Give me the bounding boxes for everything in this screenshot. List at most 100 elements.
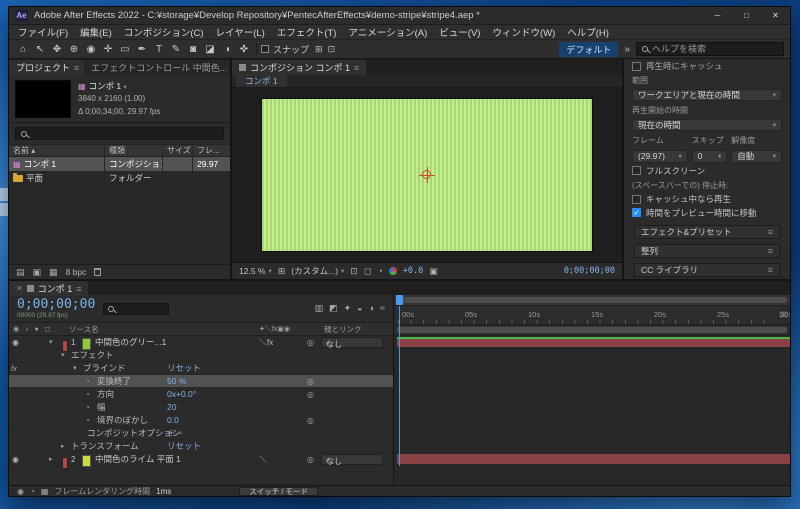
interpret-footage-icon[interactable]: ▤ <box>16 267 25 278</box>
tab-composition[interactable]: コンポジション コンポ 1 ≡ <box>232 60 366 75</box>
layer-switches[interactable]: ＼ <box>259 453 267 465</box>
pickwhip-icon[interactable]: ◎ <box>307 453 314 465</box>
property-label[interactable]: 境界のぼかし <box>97 414 148 426</box>
checkbox-icon[interactable] <box>632 62 641 71</box>
column-type[interactable]: 種類 <box>105 145 163 156</box>
group-label[interactable]: エフェクト <box>71 349 114 361</box>
parent-select[interactable]: なし▾ <box>321 337 383 348</box>
type-tool-icon[interactable]: T <box>151 42 167 57</box>
clone-stamp-tool-icon[interactable]: ◙ <box>185 42 201 57</box>
project-search-box[interactable] <box>15 127 224 140</box>
skip-select[interactable]: 0▾ <box>692 150 728 163</box>
pickwhip-icon[interactable]: ◎ <box>307 336 314 348</box>
draft-icon[interactable]: ▦ <box>41 487 49 496</box>
stopwatch-icon[interactable]: ◔ <box>85 401 90 413</box>
fx-badge-icon[interactable]: fx <box>11 362 17 374</box>
pickwhip-icon[interactable]: ◎ <box>307 414 314 426</box>
snap-shape-icon-1[interactable]: ⊞ <box>315 44 323 55</box>
anchor-point-crosshair[interactable] <box>422 170 431 179</box>
eye-icon[interactable]: ◉ <box>12 453 19 465</box>
menu-composition[interactable]: コンポジション(C) <box>118 25 210 39</box>
menu-effect[interactable]: エフェクト(T) <box>271 25 343 39</box>
tab-timeline-comp1[interactable]: ✕ コンポ 1 ≡ <box>9 281 88 296</box>
property-value[interactable]: 0x+0.0° <box>167 388 196 400</box>
tab-project[interactable]: プロジェクト ≡ <box>9 60 84 75</box>
pen-tool-icon[interactable]: ✒ <box>134 42 150 57</box>
stopwatch-icon[interactable]: ◔ <box>85 375 90 387</box>
trash-icon[interactable] <box>94 268 101 276</box>
fullscreen-option[interactable]: フルスクリーン <box>632 166 782 176</box>
property-value[interactable]: 0.0 <box>167 414 179 426</box>
selection-tool-icon[interactable]: ↖ <box>32 42 48 57</box>
cache-on-playback-option[interactable]: 再生時にキャッシュ <box>632 61 782 71</box>
layer-duration-bar[interactable] <box>397 454 790 464</box>
help-search-input[interactable] <box>652 44 778 54</box>
panel-menu-icon[interactable]: ≡ <box>768 227 773 237</box>
composition-viewer[interactable] <box>232 88 622 262</box>
new-folder-icon[interactable]: ▣ <box>33 267 42 278</box>
play-while-caching-option[interactable]: キャッシュ中なら再生 <box>632 194 782 204</box>
menu-file[interactable]: ファイル(F) <box>12 25 74 39</box>
range-select[interactable]: ワークエリアと現在の時間▾ <box>632 89 782 101</box>
menu-edit[interactable]: 編集(E) <box>74 25 118 39</box>
timeline-row-prop[interactable]: ◔ 境界のぼかし 0.0 ◎ <box>9 414 393 427</box>
checkbox-icon[interactable] <box>632 166 641 175</box>
grid-guides-icon[interactable]: ⊞ <box>278 266 286 277</box>
color-depth-button[interactable]: 8 bpc <box>66 267 87 277</box>
zoom-tool-icon[interactable]: ⊕ <box>66 42 82 57</box>
property-label[interactable]: 方向 <box>97 388 114 400</box>
live-update-icon[interactable]: ◉ <box>17 487 24 496</box>
layer-name[interactable]: 中間色のライム 平面 1 <box>95 453 181 465</box>
property-value[interactable]: リセット <box>167 362 201 374</box>
track-row[interactable] <box>394 401 790 414</box>
brush-tool-icon[interactable]: ✎ <box>168 42 184 57</box>
track-row[interactable] <box>394 375 790 388</box>
frame-blend-icon[interactable]: ◒ <box>357 303 362 314</box>
track-row[interactable] <box>394 427 790 440</box>
panel-menu-icon[interactable]: ≡ <box>76 284 81 294</box>
expander-icon[interactable]: ▸ <box>49 453 53 465</box>
close-button[interactable]: ✕ <box>761 7 790 24</box>
column-framerate[interactable]: フレ... <box>193 145 230 156</box>
timeline-row-group[interactable]: ▾ エフェクト <box>9 349 393 362</box>
switches-modes-button[interactable]: スイッチ / モード <box>239 487 318 496</box>
graph-editor-icon[interactable]: ≈ <box>380 303 385 314</box>
time-ruler[interactable]: 00s05s10s15s20s25s30s <box>394 306 790 325</box>
minimize-button[interactable]: ─ <box>703 7 732 24</box>
checkbox-icon[interactable] <box>632 195 641 204</box>
timeline-track-area[interactable]: 00s05s10s15s20s25s30s <box>394 295 790 485</box>
region-of-interest-icon[interactable]: ◔ <box>377 266 382 276</box>
column-name[interactable]: 名前 ▴ <box>9 145 105 156</box>
expander-icon[interactable]: ▾ <box>61 349 65 361</box>
track-row[interactable] <box>394 349 790 362</box>
composition-image[interactable] <box>262 99 592 251</box>
timeline-row-prop[interactable]: コンポジットオプション＋ − <box>9 427 393 440</box>
label-color-chip[interactable] <box>62 457 68 469</box>
menu-animation[interactable]: アニメーション(A) <box>342 25 433 39</box>
current-time-field[interactable]: 0;00;00;00 <box>17 298 95 311</box>
move-time-option[interactable]: ✓ 時間をプレビュー時間に移動 <box>632 208 782 218</box>
stopwatch-icon[interactable]: ◔ <box>85 414 90 426</box>
pickwhip-icon[interactable]: ◎ <box>307 375 314 387</box>
timeline-row-group[interactable]: fx▾ブラインドリセット <box>9 362 393 375</box>
panel-menu-icon[interactable]: ≡ <box>74 63 79 73</box>
snap-checkbox[interactable] <box>261 45 269 53</box>
menu-view[interactable]: ビュー(V) <box>433 25 486 39</box>
column-size[interactable]: サイズ <box>163 145 193 156</box>
cc-libraries-panel[interactable]: CC ライブラリ≡ <box>634 263 780 277</box>
roto-brush-tool-icon[interactable]: ◑ <box>219 42 235 57</box>
shape-tool-icon[interactable]: ▭ <box>117 42 133 57</box>
group-label[interactable]: ブラインド <box>83 362 126 374</box>
group-label[interactable]: トランスフォーム <box>71 440 139 452</box>
pickwhip-icon[interactable]: ◎ <box>307 388 314 400</box>
track-row[interactable] <box>394 440 790 453</box>
mask-visibility-icon[interactable]: ◻ <box>364 266 371 277</box>
timeline-row-prop[interactable]: ◔幅20 <box>9 401 393 414</box>
timeline-row-layer[interactable]: ◉▸2中間色のライム 平面 1＼◎なし▾ <box>9 453 393 466</box>
comp-mini-flowchart-icon[interactable]: ▥ <box>315 303 324 314</box>
align-panel[interactable]: 整列≡ <box>634 244 780 258</box>
orbit-camera-tool-icon[interactable]: ◉ <box>83 42 99 57</box>
track-row[interactable] <box>394 362 790 375</box>
puppet-tool-icon[interactable]: ✜ <box>236 42 252 57</box>
tab-effect-controls[interactable]: エフェクトコントロール 中間色... <box>84 60 230 75</box>
